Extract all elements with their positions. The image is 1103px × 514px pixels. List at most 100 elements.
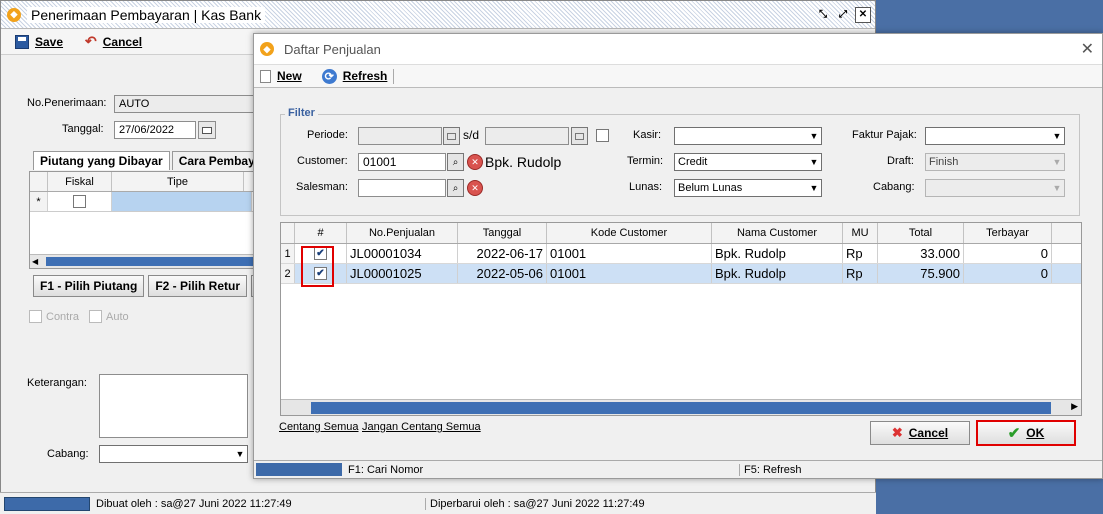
- periode-start-calendar-icon[interactable]: [443, 127, 460, 145]
- cell-terbayar: 0: [964, 264, 1052, 283]
- new-row-marker: *: [30, 192, 48, 211]
- maximize-icon[interactable]: ⤢: [835, 7, 851, 23]
- draft-select[interactable]: Finish ▼: [925, 153, 1065, 171]
- cancel-dialog-label: Cancel: [908, 426, 949, 440]
- periode-start-field[interactable]: [358, 127, 442, 145]
- penjualan-grid: # No.Penjualan Tanggal Kode Customer Nam…: [280, 222, 1082, 416]
- termin-select[interactable]: Credit ▼: [674, 153, 822, 171]
- status-indicator: [4, 496, 90, 511]
- dialog-logo-icon: ◆: [260, 42, 274, 56]
- cancel-dialog-button[interactable]: ✖ Cancel: [870, 421, 970, 445]
- refresh-icon: ⟳: [321, 68, 337, 84]
- scroll-thumb[interactable]: [311, 402, 1051, 414]
- cell-kode-customer: 01001: [547, 244, 712, 263]
- close-icon[interactable]: ✕: [855, 6, 871, 23]
- fiskal-checkbox[interactable]: [73, 195, 86, 208]
- draft-label: Draft:: [887, 155, 914, 167]
- periode-label: Periode:: [307, 129, 348, 141]
- filter-box: Filter Periode: s/d Customer: 01001 ⌕ ✕ …: [280, 107, 1080, 216]
- search-icon[interactable]: ⌕: [447, 153, 464, 171]
- lunas-select[interactable]: Belum Lunas ▼: [674, 179, 822, 197]
- cabang-filter-select[interactable]: ▼: [925, 179, 1065, 197]
- customer-code-field[interactable]: 01001: [358, 153, 446, 171]
- clear-salesman-icon[interactable]: ✕: [467, 180, 483, 196]
- status-f5: F5: Refresh: [744, 463, 802, 476]
- refresh-button[interactable]: ⟳ Refresh: [321, 68, 395, 84]
- cell-terbayar: 0: [964, 244, 1052, 263]
- cancel-label: Cancel: [102, 34, 143, 49]
- dialog-toolbar: New ⟳ Refresh: [254, 64, 1102, 88]
- col-fiskal: Fiskal: [48, 172, 112, 191]
- faktur-pajak-select[interactable]: ▼: [925, 127, 1065, 145]
- draft-value: Finish: [929, 156, 959, 168]
- chevron-down-icon: ▼: [809, 183, 819, 193]
- contra-checkbox[interactable]: [29, 310, 42, 323]
- keterangan-textarea[interactable]: [99, 374, 248, 438]
- cabang-label: Cabang:: [47, 448, 89, 460]
- tab-piutang[interactable]: Piutang yang Dibayar: [33, 151, 170, 170]
- tanggal-field[interactable]: 27/06/2022: [114, 121, 196, 139]
- sd-label: s/d: [463, 128, 480, 142]
- faktur-pajak-label: Faktur Pajak:: [852, 129, 917, 141]
- cell-kode-customer: 01001: [547, 264, 712, 283]
- row-number: 1: [281, 244, 295, 263]
- piutang-hscroll[interactable]: ◀: [30, 254, 256, 268]
- main-titlebar: ◆ Penerimaan Pembayaran | Kas Bank ⤡ ⤢ ✕: [1, 1, 875, 29]
- kasir-label: Kasir:: [633, 129, 662, 141]
- jangan-centang-semua-link[interactable]: Jangan Centang Semua: [362, 421, 481, 433]
- status-f1: F1: Cari Nomor: [346, 463, 740, 476]
- col-kode-customer: Kode Customer: [547, 223, 712, 243]
- dialog-close-icon[interactable]: ✕: [1081, 39, 1094, 59]
- dialog-status-bar: F1: Cari Nomor F5: Refresh: [254, 460, 1102, 478]
- cancel-x-icon: ✖: [891, 425, 903, 440]
- kasir-select[interactable]: ▼: [674, 127, 822, 145]
- new-doc-icon: [260, 69, 271, 83]
- col-nama-customer: Nama Customer: [712, 223, 843, 243]
- col-total: Total: [878, 223, 964, 243]
- salesman-field[interactable]: [358, 179, 446, 197]
- periode-checkbox[interactable]: [596, 129, 609, 142]
- lunas-label: Lunas:: [629, 181, 663, 193]
- pilih-retur-button[interactable]: F2 - Pilih Retur: [148, 275, 248, 297]
- salesman-search-icon[interactable]: ⌕: [447, 179, 464, 197]
- termin-label: Termin:: [627, 155, 664, 167]
- cancel-button[interactable]: ↶ Cancel: [85, 33, 142, 50]
- col-no-penjualan: No.Penjualan: [347, 223, 458, 243]
- main-status-bar: Dibuat oleh : sa@27 Juni 2022 11:27:49 D…: [0, 492, 876, 514]
- no-penerimaan-label: No.Penerimaan:: [27, 97, 107, 109]
- col-terbayar: Terbayar: [964, 223, 1052, 243]
- col-check: #: [295, 223, 347, 243]
- grid-hscroll[interactable]: ▶: [281, 399, 1081, 415]
- tipe-cell[interactable]: [112, 192, 252, 211]
- ok-label: OK: [1026, 426, 1045, 440]
- status-updated: Diperbarui oleh : sa@27 Juni 2022 11:27:…: [430, 497, 645, 510]
- keterangan-label: Keterangan:: [27, 377, 87, 389]
- dialog-status-indicator: [256, 463, 342, 476]
- auto-label: Auto: [106, 310, 129, 323]
- ok-button[interactable]: ✔ OK: [976, 420, 1076, 446]
- daftar-penjualan-dialog: ◆ Daftar Penjualan ✕ New ⟳ Refresh Filte…: [253, 33, 1103, 479]
- restore-icon[interactable]: ⤡: [815, 7, 831, 23]
- auto-checkbox[interactable]: [89, 310, 103, 323]
- clear-customer-icon[interactable]: ✕: [467, 154, 483, 170]
- save-button[interactable]: Save: [15, 34, 64, 49]
- cabang-filter-label: Cabang:: [873, 181, 915, 193]
- chevron-down-icon: ▼: [1052, 131, 1062, 141]
- calendar-icon[interactable]: [198, 121, 216, 139]
- col-tipe: Tipe: [112, 172, 244, 191]
- pilih-piutang-button[interactable]: F1 - Pilih Piutang: [33, 275, 145, 297]
- cell-tanggal: 2022-06-17: [458, 244, 547, 263]
- periode-end-field[interactable]: [485, 127, 569, 145]
- centang-semua-link[interactable]: Centang Semua: [279, 421, 359, 433]
- customer-name: Bpk. Rudolp: [485, 154, 562, 170]
- table-row[interactable]: 1 ✔ JL00001034 2022-06-17 01001 Bpk. Rud…: [281, 244, 1081, 264]
- table-row[interactable]: 2 ✔ JL00001025 2022-05-06 01001 Bpk. Rud…: [281, 264, 1081, 284]
- app-logo-icon: ◆: [7, 7, 21, 22]
- scroll-right-icon[interactable]: ▶: [1071, 401, 1078, 412]
- new-button[interactable]: New: [260, 69, 312, 83]
- cell-mu: Rp: [843, 264, 878, 283]
- save-label: Save: [35, 34, 64, 49]
- cabang-select[interactable]: ▼: [99, 445, 248, 463]
- no-penerimaan-field: AUTO: [114, 95, 254, 113]
- periode-end-calendar-icon[interactable]: [571, 127, 588, 145]
